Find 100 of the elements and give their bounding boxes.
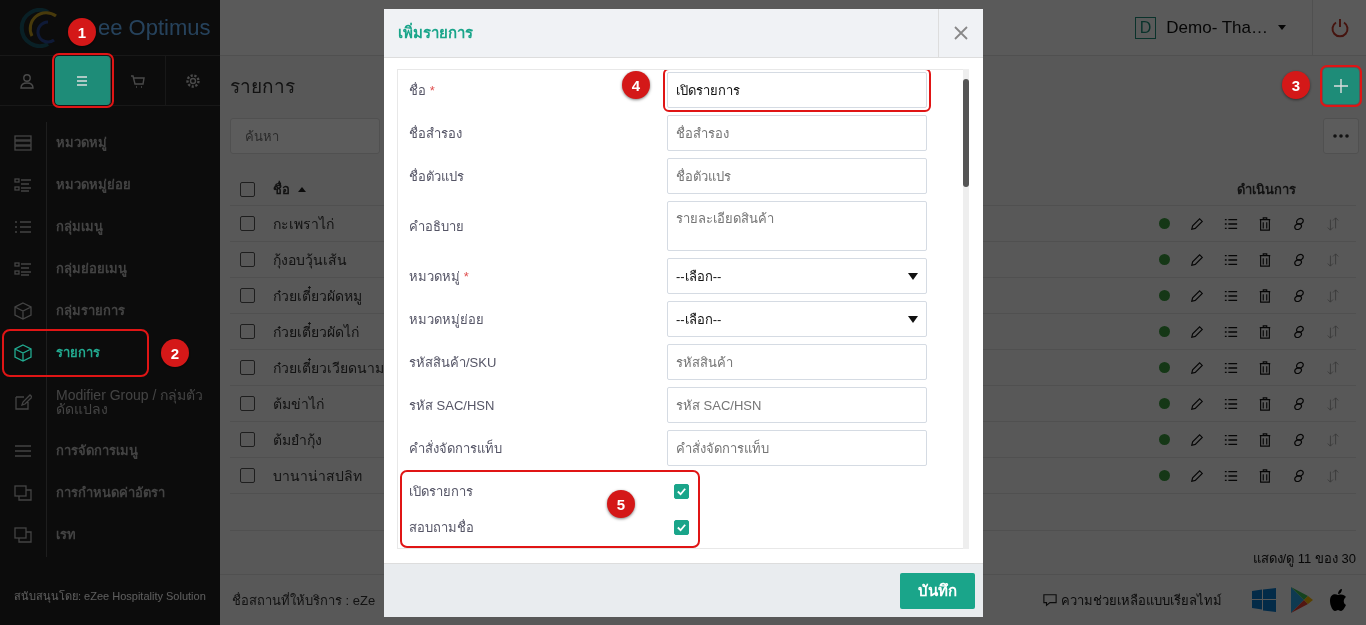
list-icon[interactable] [1224,396,1238,411]
list-icon[interactable] [1224,324,1238,339]
link-icon[interactable] [1292,216,1306,231]
check-icon [676,521,687,533]
table-cell-text: ก๋วยเตี๋ยวผัดไก่ [273,321,359,342]
link-icon[interactable] [1292,468,1306,483]
delete-icon[interactable] [1258,468,1272,483]
more-icon [1333,134,1349,138]
reorder-icon[interactable] [1326,324,1340,339]
add-button[interactable] [1323,68,1359,104]
list-icon[interactable] [1224,360,1238,375]
description-field[interactable]: รายละเอียดสินค้า [667,201,927,251]
link-icon[interactable] [1292,324,1306,339]
list-icon[interactable] [1224,432,1238,447]
delete-icon[interactable] [1258,360,1272,375]
delete-icon[interactable] [1258,432,1272,447]
option-checkbox[interactable] [674,483,689,499]
row-checkbox[interactable] [240,288,255,303]
field-label: ชื่อ * [409,81,435,100]
menu-icon [14,442,32,460]
delete-icon[interactable] [1258,396,1272,411]
box-icon [14,344,32,362]
copy-icon [14,484,32,502]
input-field[interactable]: ชื่อสำรอง [667,115,927,151]
edit-icon[interactable] [1190,468,1204,483]
link-icon[interactable] [1292,288,1306,303]
user-icon [19,72,36,89]
reorder-icon[interactable] [1326,360,1340,375]
input-field[interactable]: คำสั่งจัดการแท็บ [667,430,927,466]
edit-icon[interactable] [1190,432,1204,447]
plus-icon [1333,78,1349,94]
edit-icon[interactable] [1190,216,1204,231]
select-field[interactable]: --เลือก-- [667,301,927,337]
location-text: ชื่อสถานที่ให้บริการ : eZe [232,591,376,610]
field-label: ชื่อตัวแปร [409,167,464,186]
play-store-icon[interactable] [1290,587,1314,613]
row-checkbox[interactable] [240,468,255,483]
link-icon[interactable] [1292,252,1306,267]
windows-icon[interactable] [1252,588,1276,612]
field-label: รหัส SAC/HSN [409,396,495,415]
delete-icon[interactable] [1258,288,1272,303]
row-checkbox[interactable] [240,432,255,447]
scrollbar[interactable] [963,69,969,549]
table-cell-text: ต้มยำกุ้ง [273,430,322,451]
power-icon[interactable] [1329,17,1350,38]
row-checkbox[interactable] [240,216,255,231]
chat-icon [1043,593,1057,607]
list-icon[interactable] [1224,288,1238,303]
save-button[interactable]: บันทึก [900,572,975,609]
edit-icon[interactable] [1190,360,1204,375]
list-icon[interactable] [1224,468,1238,483]
link-icon[interactable] [1292,360,1306,375]
edit-icon[interactable] [1190,396,1204,411]
edit-icon[interactable] [1190,288,1204,303]
sublist-icon [14,176,32,194]
input-field[interactable]: รหัส SAC/HSN [667,387,927,423]
list-icon[interactable] [1224,252,1238,267]
link-icon[interactable] [1292,396,1306,411]
row-checkbox[interactable] [240,360,255,375]
option-checkbox[interactable] [674,519,689,535]
check-icon [676,485,687,497]
dialog-title: เพิ่มรายการ [397,21,474,43]
column-header[interactable]: ชื่อ [273,179,290,200]
delete-icon[interactable] [1258,216,1272,231]
edit-icon[interactable] [1190,324,1204,339]
user-menu[interactable]: D Demo- Tha… [1134,16,1286,39]
reorder-icon[interactable] [1326,432,1340,447]
table-cell-text: กะเพราไก่ [273,214,334,234]
field-label: คำสั่งจัดการแท็บ [409,438,502,458]
reorder-icon[interactable] [1326,252,1340,267]
live-help-link[interactable]: ความช่วยเหลือแบบเรียลไทม์ [1043,589,1222,611]
list-icon[interactable] [1224,216,1238,231]
menu-tab[interactable] [55,56,111,105]
reorder-icon[interactable] [1326,468,1340,483]
input-field[interactable]: รหัสสินค้า [667,344,927,380]
link-icon[interactable] [1292,432,1306,447]
delete-icon[interactable] [1258,324,1272,339]
row-checkbox[interactable] [240,252,255,267]
table-cell-text: ต้มข่าไก่ [273,394,324,414]
apple-icon[interactable] [1328,588,1348,612]
table-cell-text: ก๋วยเตี๋ยวผัดหมู [273,285,362,307]
copy-icon [14,526,32,544]
logo-text: ee Optimus [98,14,211,41]
sponsor-text: สนับสนุนโดย: eZee Hospitality Solution [13,589,207,605]
field-label: ชื่อสำรอง [409,124,462,143]
input-field[interactable]: ชื่อตัวแปร [667,158,927,194]
caret-icon [908,315,918,323]
row-checkbox[interactable] [240,324,255,339]
settings-icon [184,72,201,89]
edit-icon[interactable] [1190,252,1204,267]
select-all-checkbox[interactable] [240,182,255,197]
select-field[interactable]: --เลือก-- [667,258,927,294]
reorder-icon[interactable] [1326,396,1340,411]
reorder-icon[interactable] [1326,216,1340,231]
delete-icon[interactable] [1258,252,1272,267]
reorder-icon[interactable] [1326,288,1340,303]
more-button[interactable] [1323,118,1359,154]
row-checkbox[interactable] [240,396,255,411]
sidebar-item[interactable]: รายการ [5,332,146,374]
caret-icon [1278,25,1286,30]
